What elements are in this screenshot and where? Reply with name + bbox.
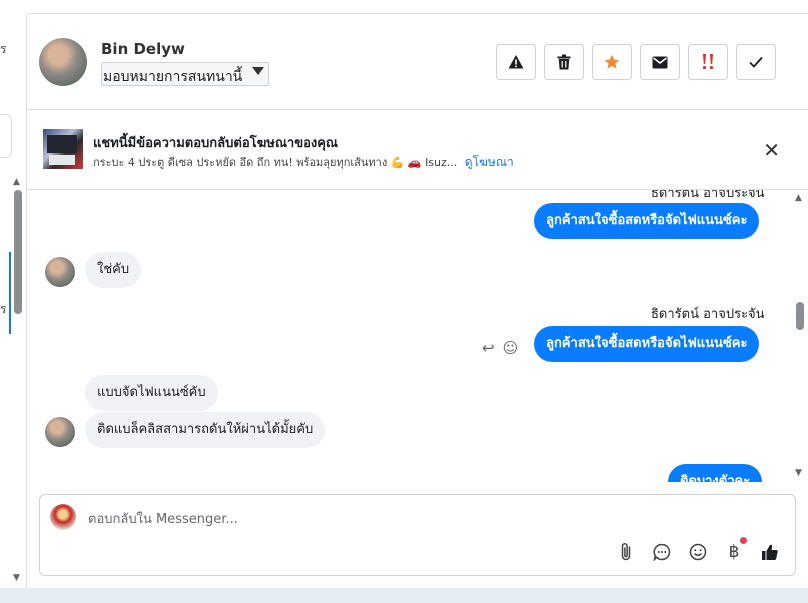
messenger-inbox: { "left_panel": { "fragment_top": "ร", "…	[0, 0, 808, 603]
sender-name: ธิดารัตน์ อาจประจัน	[651, 307, 765, 322]
delete-button[interactable]	[544, 44, 584, 80]
conversation-list-panel: ร ร ▲ ▼	[0, 14, 27, 590]
scroll-down-arrow-icon[interactable]: ▼	[795, 468, 802, 478]
list-item-card[interactable]	[0, 114, 12, 158]
ad-banner-subtitle: กระบะ 4 ประตู ดีเซล ประหยัด อึด ถึก ทน! …	[93, 153, 514, 172]
composer-toolbar: ฿	[615, 537, 781, 563]
mark-unread-button[interactable]	[640, 44, 680, 80]
saved-replies-icon[interactable]	[651, 541, 673, 563]
outgoing-message[interactable]: ติดบางตัวคะ	[668, 464, 763, 482]
close-icon[interactable]: ✕	[763, 140, 780, 160]
check-icon	[749, 56, 763, 68]
warning-icon	[508, 55, 524, 69]
envelope-icon	[652, 56, 668, 68]
view-ad-link[interactable]: ดูโฆษณา	[465, 155, 514, 169]
reply-input[interactable]	[88, 509, 688, 529]
ad-description: กระบะ 4 ประตู ดีเซล ประหยัด อึด ถึก ทน! …	[93, 156, 458, 169]
caret-down-icon	[252, 67, 264, 75]
outgoing-message[interactable]: ลูกค้าสนใจซื้อสดหรือจัดไฟแนนซ์คะ	[534, 326, 760, 362]
contact-avatar-small	[45, 257, 75, 287]
thumbs-up-icon[interactable]	[759, 541, 781, 563]
incoming-message[interactable]: ใช่คับ	[85, 252, 142, 288]
selected-indicator	[9, 252, 11, 334]
notification-dot	[740, 537, 747, 544]
thread-scrollbar-thumb[interactable]	[796, 302, 804, 330]
list-text-fragment: ร	[0, 42, 7, 56]
ad-thumbnail[interactable]	[43, 129, 83, 169]
assign-label: มอบหมายการสนทนานี้	[103, 69, 243, 85]
scroll-up-arrow-icon[interactable]: ▲	[13, 177, 20, 187]
trash-icon	[557, 54, 571, 70]
scroll-down-arrow-icon[interactable]: ▼	[13, 573, 20, 583]
outgoing-message[interactable]: ลูกค้าสนใจซื้อสดหรือจัดไฟแนนซ์คะ	[534, 203, 760, 239]
message-actions: ↩ ☺	[482, 339, 518, 357]
message-thread: ธิดารัตน์ อาจประจัน ลูกค้าสนใจซื้อสดหรือ…	[27, 190, 794, 482]
incoming-message[interactable]: ติดแบล็คลิสสามารถดันให้ผ่านได้มั้ยคับ	[85, 412, 326, 448]
done-button[interactable]	[736, 44, 776, 80]
assign-conversation-dropdown[interactable]: มอบหมายการสนทนานี้	[101, 62, 269, 86]
bottom-bar	[0, 588, 808, 603]
contact-avatar[interactable]	[39, 38, 87, 86]
list-text-fragment: ร	[0, 302, 7, 316]
payment-baht-icon[interactable]: ฿	[723, 537, 747, 563]
emoji-icon[interactable]	[687, 541, 709, 563]
list-scrollbar-thumb[interactable]	[14, 190, 22, 314]
sender-name: ธิดารัตน์ อาจประจัน	[651, 190, 765, 201]
star-button[interactable]	[592, 44, 632, 80]
reply-composer: ฿	[39, 494, 796, 576]
ad-banner-title: แชทนี้มีข้อความตอบกลับต่อโฆษณาของคุณ	[93, 136, 338, 151]
attachment-icon[interactable]	[615, 541, 637, 563]
important-button[interactable]	[688, 44, 728, 80]
contact-avatar-small	[45, 417, 75, 447]
scroll-up-arrow-icon[interactable]: ▲	[795, 193, 802, 203]
incoming-message[interactable]: แบบจัดไฟแนนซ์คับ	[85, 375, 218, 411]
ad-thumbnail-detail	[49, 155, 75, 165]
page-avatar	[50, 504, 76, 530]
mark-spam-button[interactable]	[496, 44, 536, 80]
double-exclamation-icon	[702, 54, 714, 70]
star-icon	[604, 54, 620, 69]
react-emoji-icon[interactable]: ☺	[503, 339, 519, 357]
ad-reply-banner: แชทนี้มีข้อความตอบกลับต่อโฆษณาของคุณ กระ…	[27, 110, 808, 190]
reply-icon[interactable]: ↩	[482, 339, 495, 357]
conversation-header: Bin Delyw มอบหมายการสนทนานี้	[27, 14, 808, 110]
ad-thumbnail-detail	[47, 135, 77, 153]
contact-name[interactable]: Bin Delyw	[101, 40, 185, 58]
